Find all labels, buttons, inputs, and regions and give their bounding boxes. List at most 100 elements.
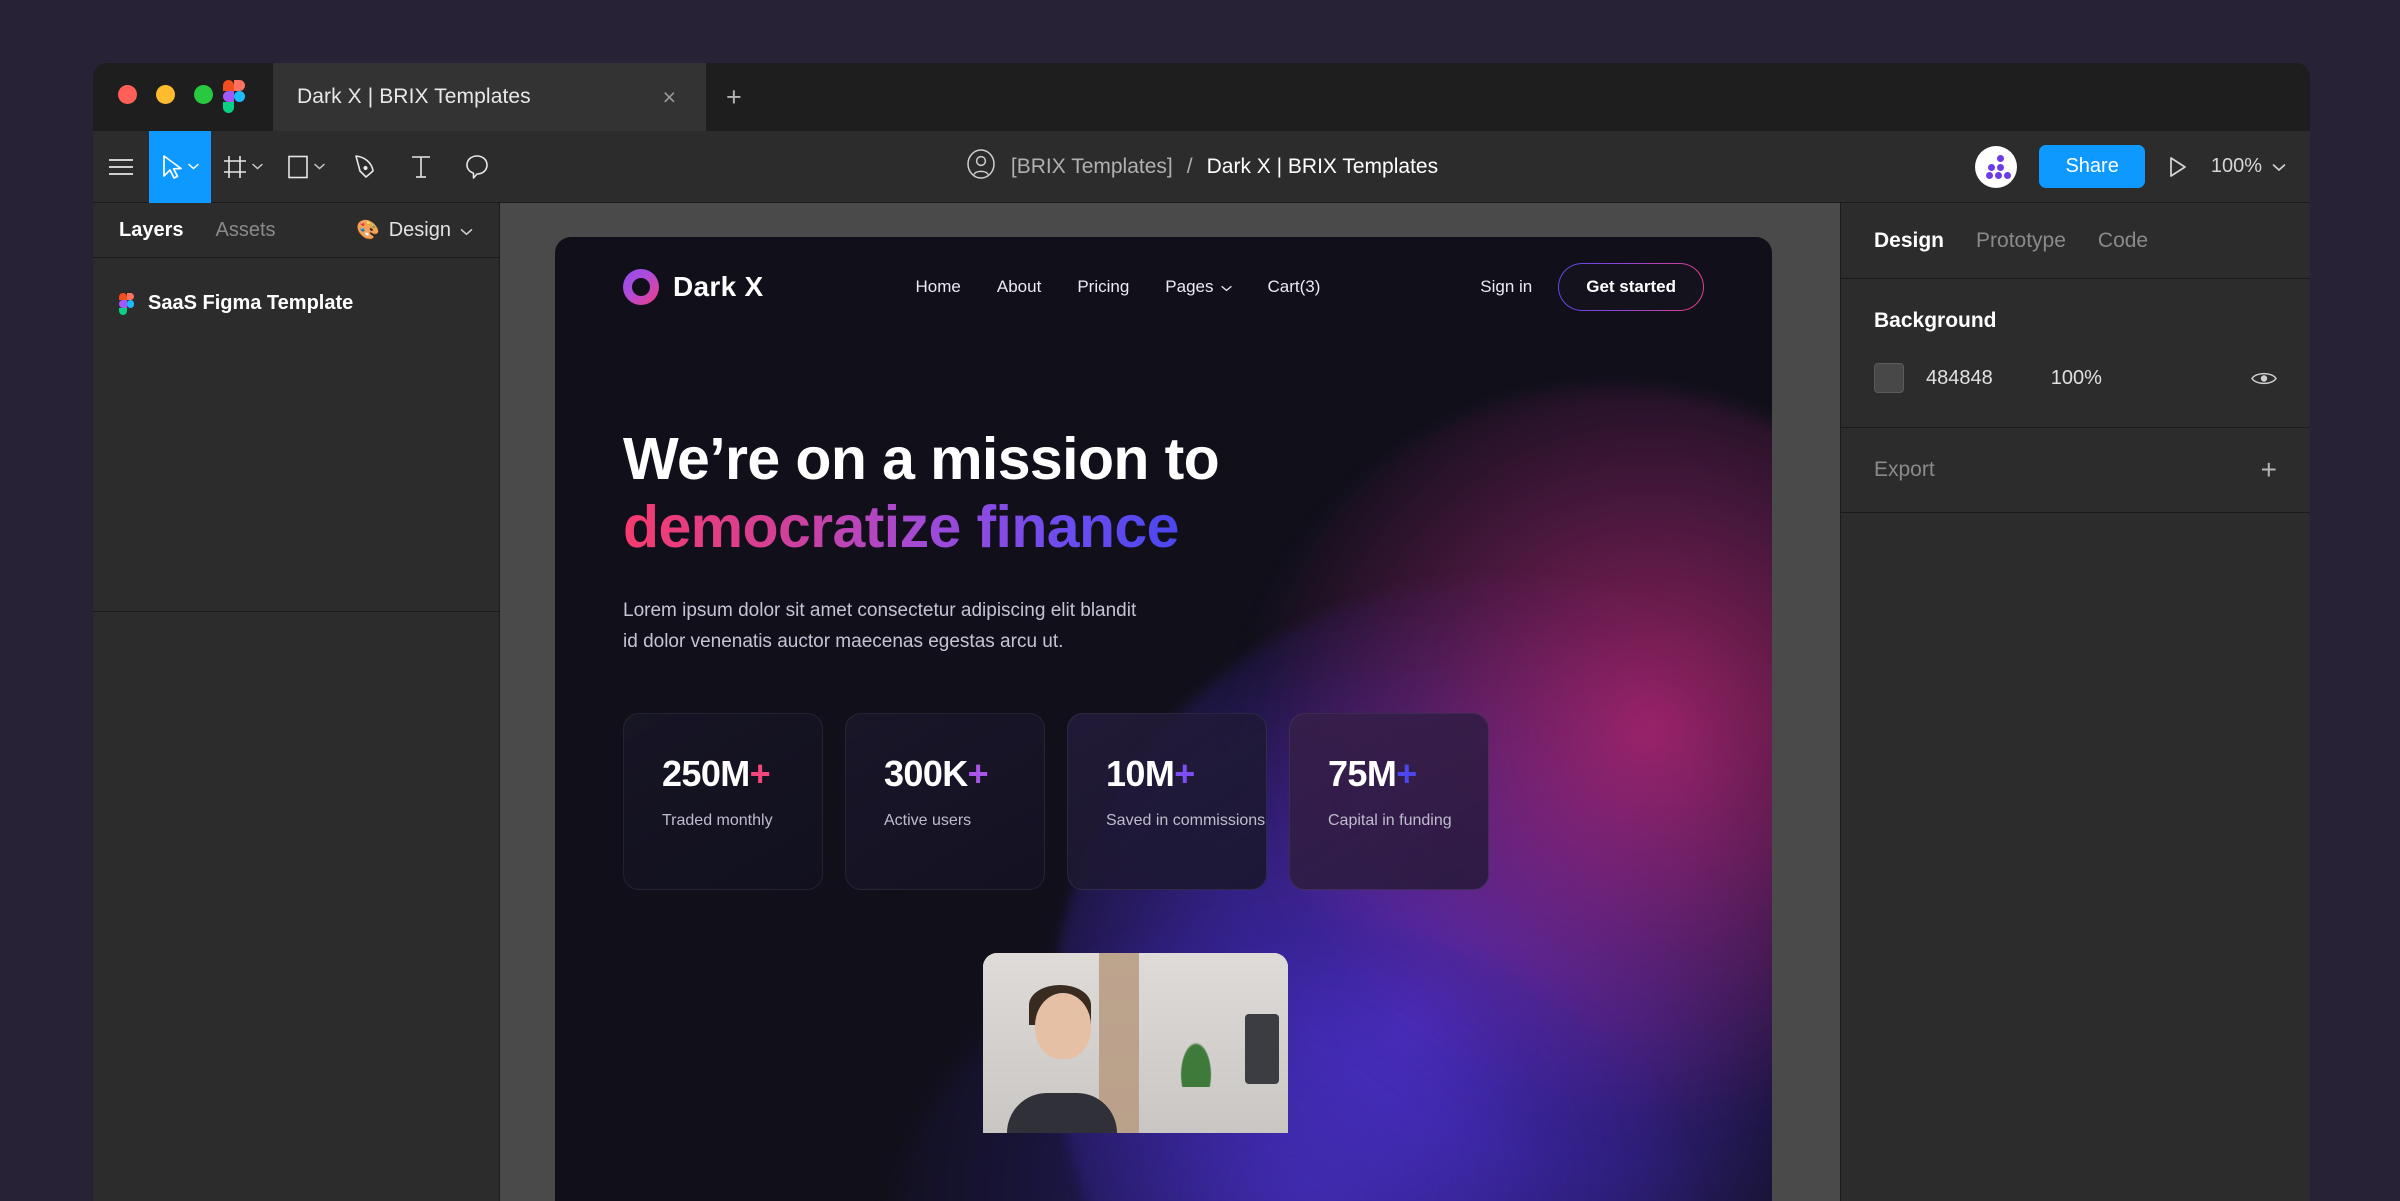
frame-icon <box>223 155 247 179</box>
section-title: Export <box>1874 458 1935 481</box>
chevron-down-icon[interactable] <box>314 163 325 170</box>
nav-link-cart[interactable]: Cart(3) <box>1268 277 1321 297</box>
new-tab-button[interactable]: + <box>706 84 762 111</box>
move-tool-button[interactable] <box>149 130 211 203</box>
text-icon <box>410 154 432 180</box>
traffic-lights <box>118 85 213 104</box>
toolbar-tools <box>93 130 505 203</box>
stat-value: 300K+ <box>884 753 989 795</box>
breadcrumb-team[interactable]: [BRIX Templates] <box>1011 155 1173 179</box>
stat-value: 250M+ <box>662 753 771 795</box>
main-toolbar: [BRIX Templates] / Dark X | BRIX Templat… <box>93 130 2310 203</box>
share-button[interactable]: Share <box>2039 145 2145 188</box>
hero-heading-line1: We’re on a mission to <box>623 426 1220 492</box>
frame-tool-button[interactable] <box>211 131 275 203</box>
hamburger-icon <box>108 158 134 176</box>
color-swatch[interactable] <box>1874 363 1904 393</box>
design-canvas[interactable]: Dark X Home About Pricing Pages Cart(3) … <box>500 203 1840 1201</box>
nav-link-pages[interactable]: Pages <box>1165 277 1232 297</box>
page-selector-label: Design <box>388 218 451 241</box>
site-nav-links: Home About Pricing Pages Cart(3) <box>916 277 1321 297</box>
eye-icon[interactable] <box>2251 370 2277 387</box>
opacity-field[interactable]: 100% <box>2051 367 2102 390</box>
play-icon[interactable] <box>2167 155 2189 179</box>
tab-title: Dark X | BRIX Templates <box>297 85 531 108</box>
stat-card: 250M+ Traded monthly <box>623 713 823 891</box>
site-brand[interactable]: Dark X <box>623 269 764 305</box>
plus-icon[interactable]: + <box>2261 456 2277 484</box>
background-section: Background 484848 100% <box>1841 279 2310 428</box>
section-title: Background <box>1874 309 1997 332</box>
close-icon[interactable]: × <box>655 82 684 113</box>
stat-card: 75M+ Capital in funding <box>1289 713 1489 891</box>
chevron-down-icon[interactable] <box>188 163 199 170</box>
zoom-level: 100% <box>2210 155 2262 177</box>
left-panel: Layers Assets 🎨 Design SaaS Figma Templa… <box>93 203 500 1201</box>
toolbar-actions: Share 100% <box>1975 145 2292 188</box>
cursor-icon <box>161 154 183 180</box>
chevron-down-icon <box>1220 277 1232 297</box>
site-nav-actions: Sign in Get started <box>1480 263 1704 311</box>
main-menu-button[interactable] <box>93 131 149 203</box>
breadcrumb-separator: / <box>1186 154 1193 178</box>
chevron-down-icon <box>460 219 473 242</box>
pen-tool-button[interactable] <box>337 131 393 203</box>
figma-app-window: Dark X | BRIX Templates × + [BRIX Templa… <box>93 63 2310 1201</box>
background-row: 484848 100% <box>1874 363 2277 393</box>
window-titlebar: Dark X | BRIX Templates × + <box>93 63 2310 131</box>
stat-label: Traded monthly <box>662 812 773 830</box>
tab-design[interactable]: Design <box>1874 229 1944 253</box>
close-window-button[interactable] <box>118 85 137 104</box>
stat-card: 300K+ Active users <box>845 713 1045 891</box>
left-panel-tabs: Layers Assets 🎨 Design <box>93 203 499 258</box>
layers-list: SaaS Figma Template <box>93 258 499 1201</box>
hex-value-field[interactable]: 484848 <box>1926 367 1993 390</box>
maximize-window-button[interactable] <box>194 85 213 104</box>
palette-icon: 🎨 <box>356 220 380 241</box>
hero-section: We’re on a mission to democratize financ… <box>623 425 1704 891</box>
nav-link-about[interactable]: About <box>997 277 1041 297</box>
tab-code[interactable]: Code <box>2098 229 2148 253</box>
brand-name: Dark X <box>673 271 764 302</box>
pen-icon <box>353 154 377 180</box>
breadcrumb-file[interactable]: Dark X | BRIX Templates <box>1207 155 1438 179</box>
chevron-down-icon <box>2272 155 2286 178</box>
stat-label: Active users <box>884 812 972 830</box>
tab-prototype[interactable]: Prototype <box>1976 229 2066 253</box>
export-section: Export + <box>1841 428 2310 513</box>
user-circle-icon[interactable] <box>965 148 997 185</box>
signin-link[interactable]: Sign in <box>1480 277 1532 297</box>
stat-label: Capital in funding <box>1328 812 1452 830</box>
list-item[interactable]: SaaS Figma Template <box>93 284 499 323</box>
nav-link-pricing[interactable]: Pricing <box>1077 277 1129 297</box>
tab-assets[interactable]: Assets <box>216 219 276 242</box>
rectangle-icon <box>287 154 309 180</box>
chevron-down-icon[interactable] <box>252 163 263 170</box>
workspace: Layers Assets 🎨 Design SaaS Figma Templa… <box>93 203 2310 1201</box>
figma-component-icon <box>119 292 134 315</box>
zoom-control[interactable]: 100% <box>2211 155 2292 178</box>
stat-label: Saved in commissions <box>1106 812 1266 830</box>
page-selector[interactable]: 🎨 Design <box>356 218 473 242</box>
nav-link-home[interactable]: Home <box>916 277 961 297</box>
person-photo <box>983 953 1288 1133</box>
panel-divider <box>93 611 499 612</box>
right-panel-tabs: Design Prototype Code <box>1841 203 2310 279</box>
layer-label: SaaS Figma Template <box>148 292 354 314</box>
shape-tool-button[interactable] <box>275 131 337 203</box>
right-panel: Design Prototype Code Background 484848 … <box>1840 203 2310 1201</box>
page-title: We’re on a mission to democratize financ… <box>623 425 1704 562</box>
comment-tool-button[interactable] <box>449 131 505 203</box>
tab-layers[interactable]: Layers <box>119 219 184 242</box>
avatar[interactable] <box>1975 145 2018 188</box>
text-tool-button[interactable] <box>393 131 449 203</box>
stat-value: 75M+ <box>1328 753 1417 795</box>
design-frame[interactable]: Dark X Home About Pricing Pages Cart(3) … <box>555 237 1772 1201</box>
minimize-window-button[interactable] <box>156 85 175 104</box>
hero-heading-line2: democratize finance <box>623 494 1179 561</box>
tab-dark-x[interactable]: Dark X | BRIX Templates × <box>273 63 706 131</box>
stat-cards: 250M+ Traded monthly 300K+ Active users <box>623 713 1704 891</box>
site-navbar: Dark X Home About Pricing Pages Cart(3) … <box>623 245 1704 329</box>
website-content: Dark X Home About Pricing Pages Cart(3) … <box>555 245 1772 891</box>
get-started-button[interactable]: Get started <box>1558 263 1704 311</box>
